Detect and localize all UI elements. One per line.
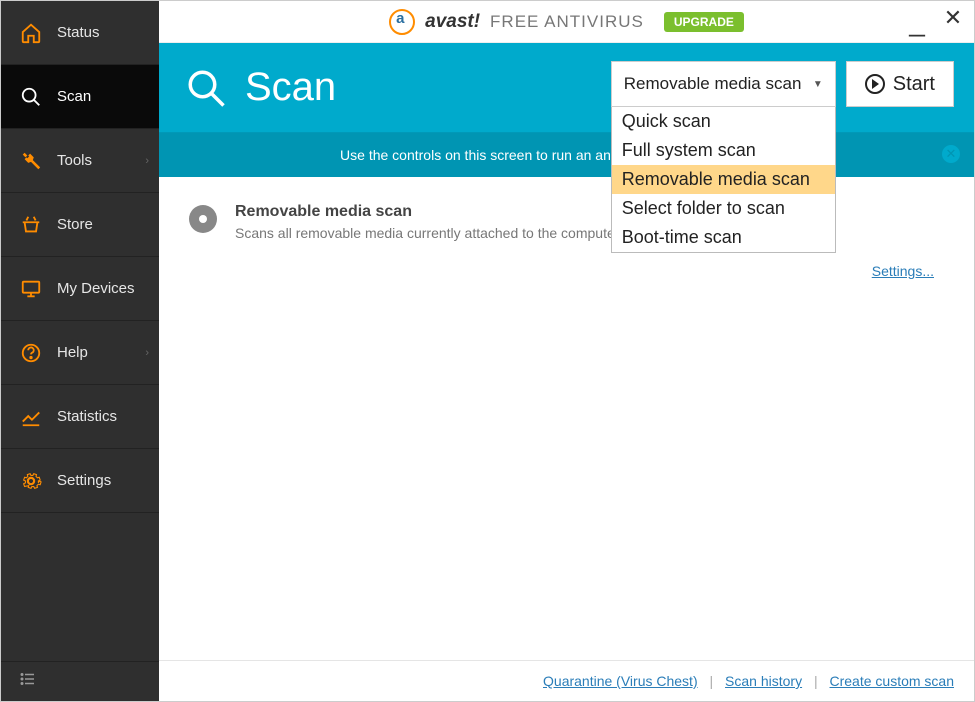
brand-subtitle: FREE ANTIVIRUS: [490, 12, 644, 32]
close-button[interactable]: ✕: [940, 5, 966, 31]
footer-link-scan-history[interactable]: Scan history: [725, 673, 802, 689]
scan-section-title: Removable media scan: [235, 203, 623, 221]
sidebar-item-status[interactable]: Status: [1, 1, 159, 65]
scan-type-dropdown[interactable]: Removable media scan ▼ Quick scan Full s…: [611, 61, 836, 107]
sidebar-item-tools[interactable]: Tools ›: [1, 129, 159, 193]
sidebar-item-label: Settings: [57, 472, 111, 489]
info-bar: Use the controls on this screen to run a…: [159, 133, 974, 177]
sidebar: Status Scan Tools › Store My Devices: [1, 1, 159, 701]
tools-icon: [19, 149, 43, 173]
sidebar-item-label: Statistics: [57, 408, 117, 425]
home-icon: [19, 21, 43, 45]
sidebar-item-help[interactable]: Help ›: [1, 321, 159, 385]
basket-icon: [19, 213, 43, 237]
upgrade-button[interactable]: UPGRADE: [664, 12, 744, 32]
dropdown-option-select-folder[interactable]: Select folder to scan: [612, 194, 835, 223]
main-area: avast! FREE ANTIVIRUS UPGRADE _ ✕ Scan R…: [159, 1, 974, 701]
sidebar-footer-toggle[interactable]: [1, 661, 159, 701]
sidebar-item-label: Scan: [57, 88, 91, 105]
dropdown-list: Quick scan Full system scan Removable me…: [611, 107, 836, 253]
sidebar-item-label: My Devices: [57, 280, 135, 297]
minimize-button[interactable]: _: [904, 17, 930, 27]
footer-link-create-custom[interactable]: Create custom scan: [830, 673, 955, 689]
chevron-right-icon: ›: [145, 155, 149, 167]
sidebar-item-store[interactable]: Store: [1, 193, 159, 257]
settings-link[interactable]: Settings...: [872, 263, 934, 279]
dropdown-selected[interactable]: Removable media scan ▼: [611, 61, 836, 107]
sidebar-item-label: Help: [57, 344, 88, 361]
sidebar-item-label: Store: [57, 216, 93, 233]
dropdown-option-full-system-scan[interactable]: Full system scan: [612, 136, 835, 165]
dropdown-option-quick-scan[interactable]: Quick scan: [612, 107, 835, 136]
hero-banner: Scan Removable media scan ▼ Quick scan F…: [159, 43, 974, 133]
separator: |: [710, 673, 714, 689]
start-button[interactable]: Start: [846, 61, 954, 107]
content-area: Removable media scan Scans all removable…: [159, 177, 974, 660]
page-title: Scan: [245, 65, 336, 110]
close-icon[interactable]: ✕: [942, 145, 960, 163]
sidebar-item-label: Tools: [57, 152, 92, 169]
footer: Quarantine (Virus Chest) | Scan history …: [159, 660, 974, 701]
search-icon: [185, 67, 227, 109]
list-icon: [19, 670, 37, 693]
titlebar: avast! FREE ANTIVIRUS UPGRADE _ ✕: [159, 1, 974, 43]
footer-link-quarantine[interactable]: Quarantine (Virus Chest): [543, 673, 698, 689]
chevron-right-icon: ›: [145, 347, 149, 359]
scan-section-description: Scans all removable media currently atta…: [235, 225, 623, 241]
start-button-label: Start: [893, 73, 935, 96]
monitor-icon: [19, 277, 43, 301]
caret-down-icon: ▼: [813, 79, 823, 90]
help-icon: [19, 341, 43, 365]
sidebar-item-label: Status: [57, 24, 100, 41]
search-icon: [19, 85, 43, 109]
sidebar-item-statistics[interactable]: Statistics: [1, 385, 159, 449]
avast-logo-icon: [389, 9, 415, 35]
dropdown-selected-label: Removable media scan: [624, 74, 802, 94]
dropdown-option-removable-media-scan[interactable]: Removable media scan: [612, 165, 835, 194]
brand-name: avast!: [425, 11, 480, 33]
chart-icon: [19, 405, 43, 429]
play-icon: [865, 74, 885, 94]
separator: |: [814, 673, 818, 689]
gear-icon: [19, 469, 43, 493]
dropdown-option-boot-time-scan[interactable]: Boot-time scan: [612, 223, 835, 252]
sidebar-item-my-devices[interactable]: My Devices: [1, 257, 159, 321]
brand: avast! FREE ANTIVIRUS UPGRADE: [389, 9, 744, 35]
sidebar-item-scan[interactable]: Scan: [1, 65, 159, 129]
sidebar-item-settings[interactable]: Settings: [1, 449, 159, 513]
disc-icon: [189, 205, 217, 233]
